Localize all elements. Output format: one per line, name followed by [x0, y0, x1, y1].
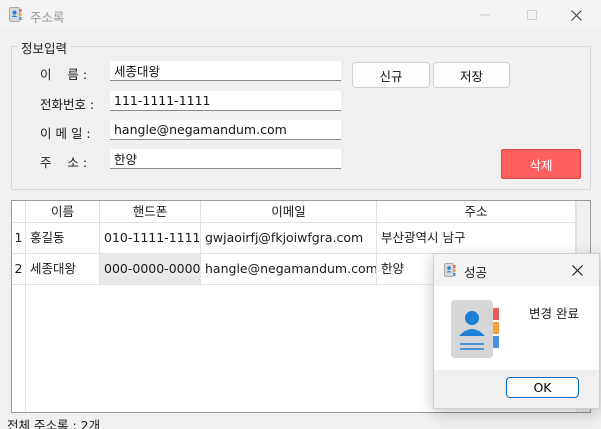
close-icon	[571, 264, 583, 276]
cell-address[interactable]: 부산광역시 남구	[377, 223, 576, 254]
new-button[interactable]: 신규	[352, 62, 430, 88]
delete-button[interactable]: 삭제	[501, 149, 581, 179]
maximize-icon	[527, 10, 537, 20]
row-header-empty-area	[12, 285, 26, 412]
cell-email[interactable]: hangle@negamandum.com	[201, 254, 377, 285]
cell-email[interactable]: gwjaoirfj@fkjoiwfgra.com	[201, 223, 377, 254]
email-label: 이 메 일 :	[40, 126, 91, 141]
minimize-button[interactable]	[462, 0, 508, 30]
cell-phone[interactable]: 010-1111-1111	[100, 223, 201, 254]
success-dialog: 성공 변경 완료 OK	[433, 253, 600, 409]
maximize-button[interactable]	[509, 0, 555, 30]
minimize-icon	[480, 14, 490, 16]
contact-book-icon	[444, 263, 456, 277]
email-field[interactable]	[110, 120, 341, 140]
save-button[interactable]: 저장	[433, 62, 510, 88]
name-field[interactable]	[110, 61, 341, 81]
close-button[interactable]	[553, 0, 599, 30]
column-header-name[interactable]: 이름	[26, 201, 100, 223]
contact-book-icon	[9, 7, 22, 22]
cell-name[interactable]: 세종대왕	[26, 254, 100, 285]
dialog-title: 성공	[464, 265, 488, 280]
phone-field[interactable]	[110, 91, 341, 111]
cell-phone-selected[interactable]: 000-0000-0000	[100, 254, 201, 285]
row-number: 2	[12, 254, 26, 285]
row-header-corner	[12, 201, 26, 223]
window-title: 주소록	[30, 10, 65, 25]
ok-button[interactable]: OK	[506, 377, 579, 398]
dialog-close-button[interactable]	[566, 260, 588, 280]
dialog-title-bar: 성공	[434, 254, 599, 286]
group-title: 정보입력	[18, 38, 71, 57]
table-row[interactable]: 1 홍길동 010-1111-1111 gwjaoirfj@fkjoiwfgra…	[12, 223, 576, 254]
phone-label: 전화번호 :	[40, 97, 95, 112]
row-number: 1	[12, 223, 26, 254]
address-field[interactable]	[110, 149, 341, 169]
column-header-email[interactable]: 이메일	[201, 201, 377, 223]
contact-book-icon	[451, 300, 499, 358]
column-header-address[interactable]: 주소	[377, 201, 576, 223]
status-text: 전체 주소록 : 2개	[7, 418, 101, 429]
close-icon	[570, 9, 582, 21]
grid-header: 이름 핸드폰 이메일 주소	[12, 201, 576, 223]
dialog-footer: OK	[434, 370, 599, 408]
cell-name[interactable]: 홍길동	[26, 223, 100, 254]
title-bar: 주소록	[0, 0, 601, 30]
dialog-message: 변경 완료	[529, 306, 579, 321]
address-label: 주 소 :	[40, 155, 88, 170]
column-header-phone[interactable]: 핸드폰	[100, 201, 201, 223]
name-label: 이 름 :	[40, 67, 88, 82]
